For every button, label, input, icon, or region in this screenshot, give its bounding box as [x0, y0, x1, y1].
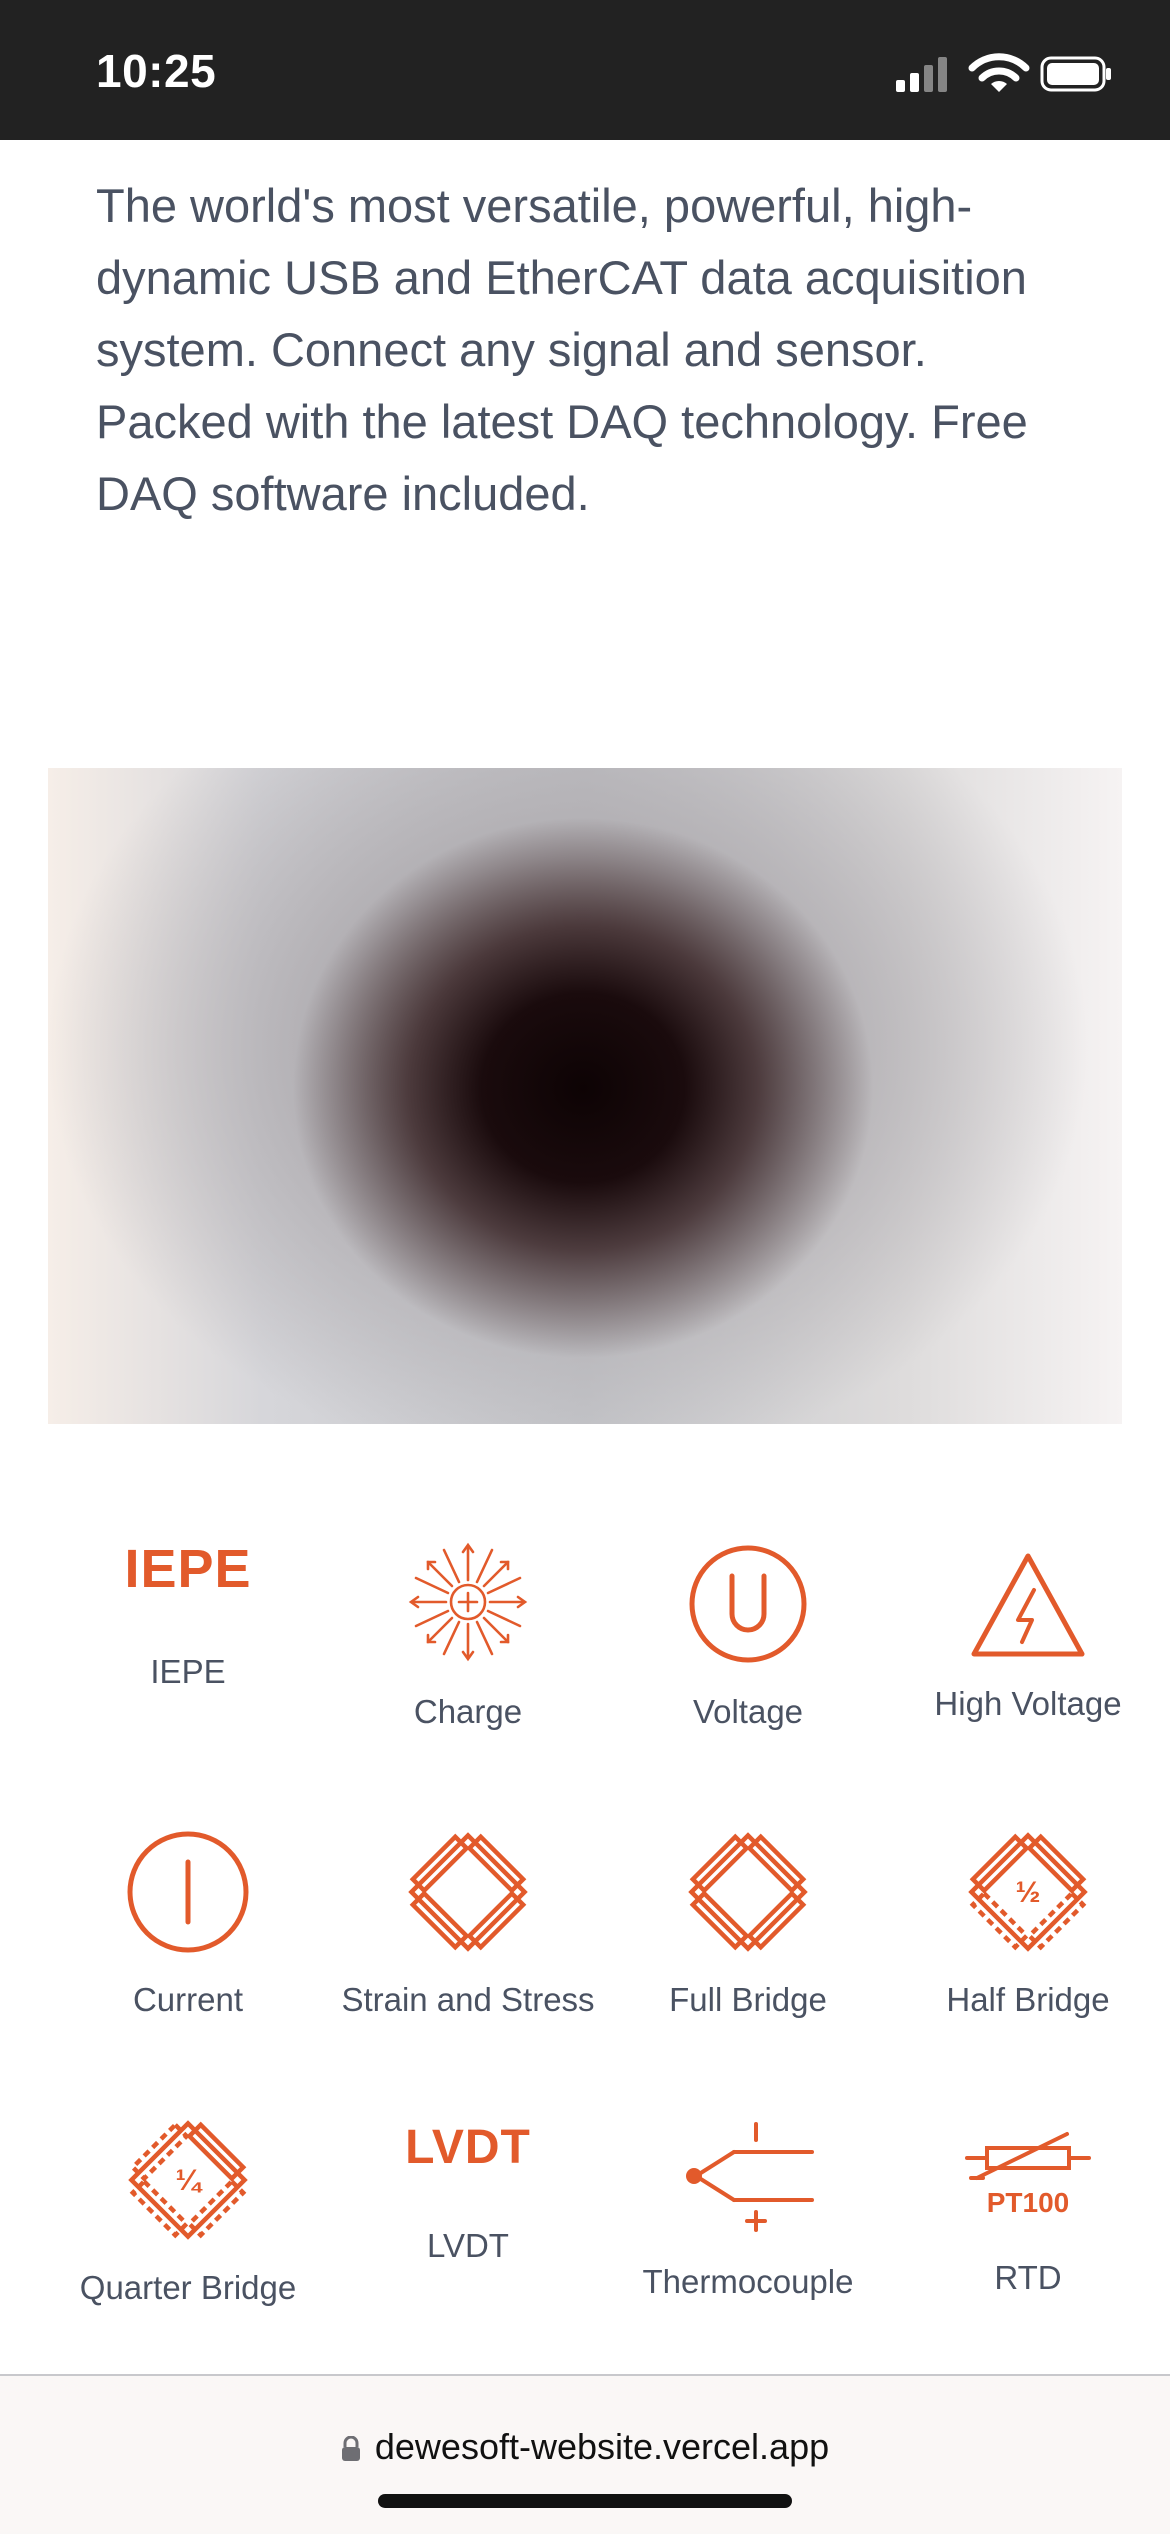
input-label: Full Bridge — [669, 1981, 827, 2018]
product-description: The world's most versatile, powerful, hi… — [96, 179, 1028, 520]
rtd-icon: PT100 — [888, 2130, 1168, 2220]
full-bridge-icon — [608, 1830, 888, 1954]
input-label: Thermocouple — [642, 2263, 854, 2300]
thermocouple-icon — [608, 2118, 888, 2242]
status-bar: 10:25 — [0, 0, 1170, 140]
battery-icon — [1040, 56, 1111, 92]
current-icon — [48, 1830, 328, 1954]
input-label: RTD — [994, 2259, 1062, 2296]
status-icons — [894, 52, 1114, 96]
svg-text:¼: ¼ — [175, 2164, 203, 2197]
input-label: LVDT — [427, 2227, 509, 2264]
voltage-icon — [608, 1544, 888, 1664]
input-label: High Voltage — [934, 1685, 1122, 1722]
iepe-text-icon: IEPE — [124, 1539, 252, 1599]
strain-bridge-icon — [328, 1830, 608, 1954]
input-label: Current — [132, 1981, 244, 2018]
url-display[interactable]: dewesoft-website.vercel.app — [0, 2426, 1170, 2468]
high-voltage-icon — [888, 1550, 1168, 1660]
half-bridge-icon: ½ — [888, 1830, 1168, 1954]
wifi-icon — [968, 53, 1030, 92]
lock-icon — [341, 2436, 360, 2462]
url-text: dewesoft-website.vercel.app — [374, 2426, 830, 2467]
hero-product-image — [48, 768, 1122, 1424]
svg-text:PT100: PT100 — [987, 2187, 1070, 2218]
input-label: IEPE — [150, 1653, 226, 1690]
lvdt-text-icon: LVDT — [405, 2121, 531, 2174]
input-label: Charge — [413, 1693, 523, 1730]
browser-address-bar[interactable]: dewesoft-website.vercel.app — [0, 2374, 1170, 2534]
quarter-bridge-icon: ¼ — [48, 2118, 328, 2242]
home-indicator[interactable] — [378, 2494, 792, 2508]
charge-icon — [328, 1540, 608, 1664]
input-label: Voltage — [692, 1693, 804, 1730]
status-time: 10:25 — [96, 45, 217, 97]
cellular-signal-icon — [896, 53, 1111, 92]
input-label: Strain and Stress — [341, 1981, 595, 2018]
input-label: Quarter Bridge — [79, 2269, 297, 2306]
svg-text:½: ½ — [1015, 1876, 1040, 1909]
input-label: Half Bridge — [946, 1981, 1110, 2018]
